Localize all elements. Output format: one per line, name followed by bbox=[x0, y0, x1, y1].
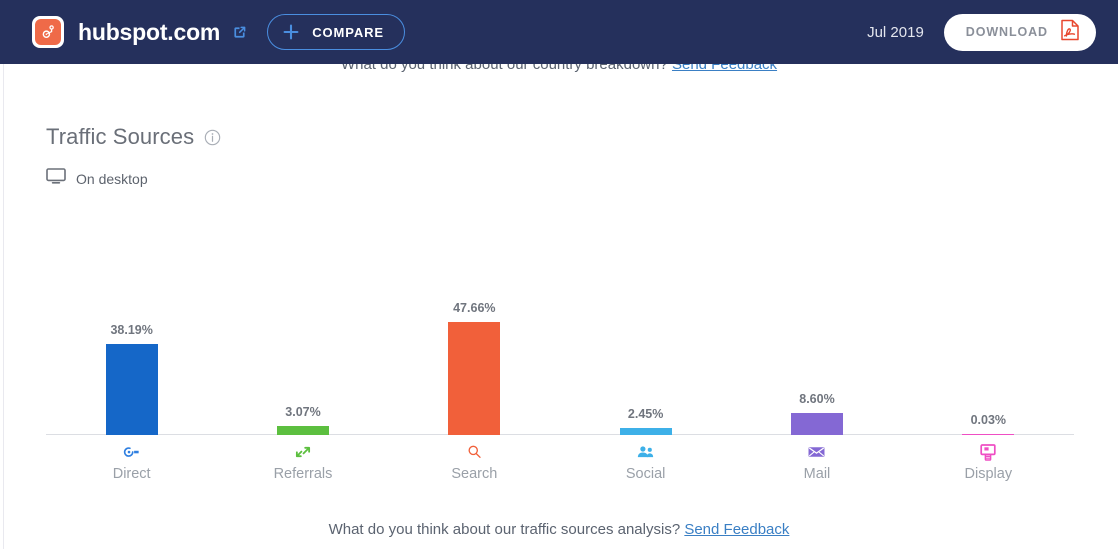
chart-column-mail: 8.60% Mail bbox=[731, 244, 902, 495]
category-label-search: Search bbox=[451, 466, 498, 482]
chart-column-referrals: 3.07% Referrals bbox=[217, 244, 388, 495]
send-feedback-link[interactable]: Send Feedback bbox=[684, 521, 789, 538]
mail-envelope-icon bbox=[807, 443, 826, 461]
compare-button[interactable]: COMPARE bbox=[267, 14, 405, 50]
traffic-sources-report-page: What do you think about our country brea… bbox=[0, 0, 1118, 549]
bar-referrals[interactable] bbox=[276, 426, 329, 435]
chart-columns: 38.19% Direct 3.07% Referrals 47.66% Sea… bbox=[46, 244, 1074, 495]
chart-column-display: 0.03% Display bbox=[903, 244, 1074, 495]
direct-target-icon bbox=[123, 443, 141, 461]
category-label-display: Display bbox=[964, 466, 1013, 482]
feedback-question: What do you think about our traffic sour… bbox=[328, 521, 681, 538]
device-filter-row: On desktop bbox=[46, 168, 1118, 189]
app-header: hubspot.com COMPARE Jul 2019 DOWNLOAD bbox=[0, 0, 1118, 64]
bar-wrap-mail: 8.60% bbox=[731, 244, 902, 435]
search-magnifier-icon bbox=[466, 443, 483, 461]
category-label-social: Social bbox=[625, 466, 666, 482]
pdf-file-icon bbox=[1060, 19, 1080, 46]
bar-wrap-display: 0.03% bbox=[903, 244, 1074, 435]
chart-column-search: 47.66% Search bbox=[389, 244, 560, 495]
bar-social[interactable] bbox=[619, 428, 672, 435]
bar-wrap-search: 47.66% bbox=[389, 244, 560, 435]
category-direct[interactable]: Direct bbox=[46, 435, 217, 495]
category-search[interactable]: Search bbox=[389, 435, 560, 495]
chart-column-direct: 38.19% Direct bbox=[46, 244, 217, 495]
bar-value-direct: 38.19% bbox=[110, 323, 153, 337]
download-button-label: DOWNLOAD bbox=[965, 25, 1048, 39]
bar-direct[interactable] bbox=[105, 344, 158, 435]
category-mail[interactable]: Mail bbox=[731, 435, 902, 495]
external-link-icon[interactable] bbox=[231, 24, 248, 41]
bar-value-social: 2.45% bbox=[627, 407, 664, 421]
bar-value-display: 0.03% bbox=[970, 413, 1007, 427]
bar-wrap-social: 2.45% bbox=[560, 244, 731, 435]
site-logo bbox=[32, 16, 64, 48]
category-display[interactable]: Display bbox=[903, 435, 1074, 495]
social-people-icon bbox=[636, 443, 655, 461]
download-button[interactable]: DOWNLOAD bbox=[943, 13, 1096, 51]
bar-wrap-referrals: 3.07% bbox=[217, 244, 388, 435]
section-title-row: Traffic Sources bbox=[46, 124, 1118, 150]
category-label-referrals: Referrals bbox=[273, 466, 333, 482]
bar-search[interactable] bbox=[448, 322, 501, 435]
category-social[interactable]: Social bbox=[560, 435, 731, 495]
hubspot-sprocket-icon bbox=[35, 19, 61, 45]
bar-wrap-direct: 38.19% bbox=[46, 244, 217, 435]
bar-value-search: 47.66% bbox=[453, 301, 496, 315]
device-filter-label: On desktop bbox=[76, 170, 148, 187]
chart-column-social: 2.45% Social bbox=[560, 244, 731, 495]
display-ad-monitor-icon bbox=[979, 443, 997, 461]
page-title: Traffic Sources bbox=[46, 124, 195, 149]
referrals-arrows-icon bbox=[294, 443, 312, 461]
site-title: hubspot.com bbox=[78, 18, 221, 45]
traffic-sources-feedback-line: What do you think about our traffic sour… bbox=[0, 521, 1118, 538]
traffic-sources-section: Traffic Sources On desktop 38.19% Direct… bbox=[0, 64, 1118, 538]
bar-value-mail: 8.60% bbox=[799, 392, 835, 406]
section-header: Traffic Sources On desktop bbox=[0, 64, 1118, 189]
traffic-sources-bar-chart: 38.19% Direct 3.07% Referrals 47.66% Sea… bbox=[46, 244, 1074, 495]
info-circle-icon[interactable] bbox=[204, 129, 221, 146]
category-label-direct: Direct bbox=[112, 466, 151, 482]
category-referrals[interactable]: Referrals bbox=[217, 435, 388, 495]
bar-mail[interactable] bbox=[790, 413, 843, 435]
compare-button-label: COMPARE bbox=[312, 24, 384, 40]
bar-value-referrals: 3.07% bbox=[285, 405, 321, 419]
category-label-mail: Mail bbox=[803, 466, 831, 482]
desktop-monitor-icon bbox=[46, 168, 66, 189]
plus-icon bbox=[282, 23, 300, 41]
period-label: Jul 2019 bbox=[867, 23, 924, 41]
